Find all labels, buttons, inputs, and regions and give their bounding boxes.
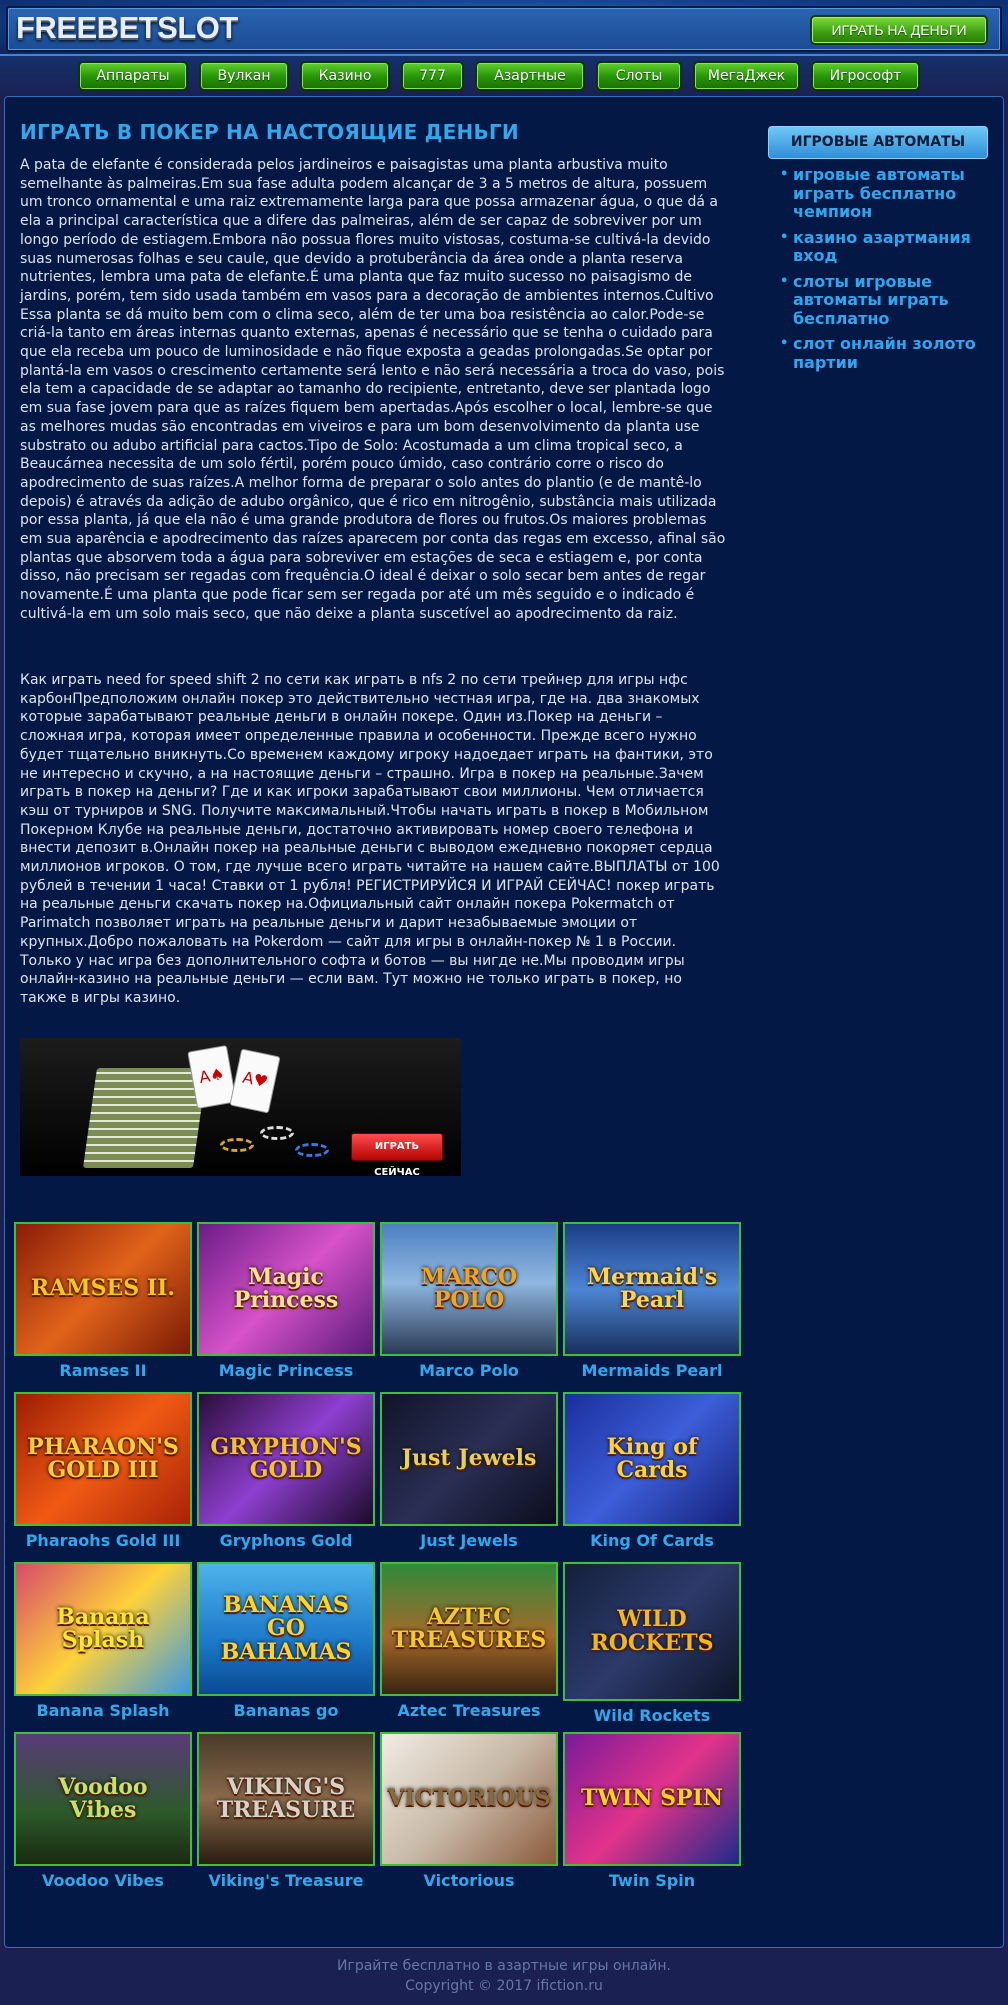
- game-tile[interactable]: BANANAS GO BAHAMAS Bananas go: [197, 1562, 375, 1720]
- game-logo-art: PHARAON'S GOLD III: [27, 1433, 179, 1483]
- playing-card-icon: A♥: [229, 1048, 281, 1114]
- poker-chip-icon: [220, 1138, 254, 1152]
- footer-tagline: Играйте бесплатно в азартные игры онлайн…: [337, 1958, 671, 1974]
- game-title-link[interactable]: Ramses II: [14, 1361, 192, 1380]
- game-title-link[interactable]: King Of Cards: [563, 1531, 741, 1550]
- game-tile[interactable]: PHARAON'S GOLD III Pharaohs Gold III: [14, 1392, 192, 1550]
- game-tile[interactable]: VIKING'S TREASURE Viking's Treasure: [197, 1732, 375, 1890]
- game-title-link[interactable]: Just Jewels: [380, 1531, 558, 1550]
- sidebar-link[interactable]: слот онлайн золото партии: [780, 334, 990, 372]
- game-thumbnail[interactable]: MARCO POLO: [380, 1222, 558, 1356]
- game-title-link[interactable]: Gryphons Gold: [197, 1531, 375, 1550]
- game-logo-art: VICTORIOUS: [387, 1785, 551, 1812]
- game-title-link[interactable]: Twin Spin: [563, 1871, 741, 1890]
- game-title-link[interactable]: Magic Princess: [197, 1361, 375, 1380]
- game-logo-art: VIKING'S TREASURE: [216, 1773, 356, 1823]
- poker-chip-icon: [260, 1126, 294, 1140]
- game-logo-art: TWIN SPIN: [581, 1785, 723, 1812]
- game-thumbnail[interactable]: GRYPHON'S GOLD: [197, 1392, 375, 1526]
- game-logo-art: GRYPHON'S GOLD: [210, 1433, 362, 1483]
- page-title: ИГРАТЬ В ПОКЕР НА НАСТОЯЩИЕ ДЕНЬГИ: [20, 120, 519, 144]
- sidebar-link[interactable]: игровые автоматы играть бесплатно чемпио…: [780, 165, 990, 222]
- game-tile[interactable]: Magic Princess Magic Princess: [197, 1222, 375, 1380]
- nav-item-kazino[interactable]: Казино: [300, 61, 390, 91]
- game-tile[interactable]: King of Cards King Of Cards: [563, 1392, 741, 1550]
- game-title-link[interactable]: Wild Rockets: [563, 1706, 741, 1725]
- game-logo-art: BANANAS GO BAHAMAS: [220, 1592, 352, 1665]
- game-tile[interactable]: RAMSES II. Ramses II: [14, 1222, 192, 1380]
- game-tile[interactable]: TWIN SPIN Twin Spin: [563, 1732, 741, 1890]
- game-thumbnail[interactable]: King of Cards: [563, 1392, 741, 1526]
- play-for-money-button[interactable]: ИГРАТЬ НА ДЕНЬГИ: [810, 15, 988, 45]
- article-paragraph-1: A pata de elefante é considerada pelos j…: [20, 157, 726, 622]
- poker-chip-icon: [295, 1143, 329, 1157]
- game-thumbnail[interactable]: WILD ROCKETS: [563, 1562, 741, 1701]
- game-logo-art: King of Cards: [606, 1433, 698, 1483]
- game-logo-art: Banana Splash: [56, 1603, 150, 1653]
- article-paragraph-2: Как играть need for speed shift 2 по сет…: [20, 672, 720, 1006]
- game-title-link[interactable]: Aztec Treasures: [380, 1701, 558, 1720]
- game-tile[interactable]: WILD ROCKETS Wild Rockets: [563, 1562, 741, 1725]
- game-tile[interactable]: Banana Splash Banana Splash: [14, 1562, 192, 1720]
- game-thumbnail[interactable]: VIKING'S TREASURE: [197, 1732, 375, 1866]
- game-tile[interactable]: Just Jewels Just Jewels: [380, 1392, 558, 1550]
- sidebar-heading: ИГРОВЫЕ АВТОМАТЫ: [768, 126, 988, 159]
- game-thumbnail[interactable]: Mermaid's Pearl: [563, 1222, 741, 1356]
- game-tile[interactable]: MARCO POLO Marco Polo: [380, 1222, 558, 1380]
- playing-card-icon: A♠: [187, 1044, 237, 1110]
- game-tile[interactable]: AZTEC TREASURES Aztec Treasures: [380, 1562, 558, 1720]
- game-title-link[interactable]: Viking's Treasure: [197, 1871, 375, 1890]
- game-tile[interactable]: Voodoo Vibes Voodoo Vibes: [14, 1732, 192, 1890]
- cash-stack-image: [82, 1068, 208, 1168]
- nav-item-megajack[interactable]: МегаДжек: [693, 61, 800, 91]
- game-thumbnail[interactable]: AZTEC TREASURES: [380, 1562, 558, 1696]
- game-thumbnail[interactable]: BANANAS GO BAHAMAS: [197, 1562, 375, 1696]
- game-logo-art: Mermaid's Pearl: [586, 1263, 718, 1313]
- poker-promo-banner[interactable]: A♠ A♥ ИГРАТЬ СЕЙЧАС: [20, 1038, 461, 1176]
- game-tile[interactable]: GRYPHON'S GOLD Gryphons Gold: [197, 1392, 375, 1550]
- nav-item-azartnye[interactable]: Азартные: [475, 61, 585, 91]
- game-thumbnail[interactable]: Just Jewels: [380, 1392, 558, 1526]
- game-logo-art: Magic Princess: [233, 1263, 339, 1313]
- nav-item-igrosoft[interactable]: Игрософт: [811, 61, 920, 91]
- game-thumbnail[interactable]: TWIN SPIN: [563, 1732, 741, 1866]
- game-logo-art: Just Jewels: [401, 1445, 537, 1472]
- game-title-link[interactable]: Mermaids Pearl: [563, 1361, 741, 1380]
- nav-item-sloty[interactable]: Слоты: [596, 61, 682, 91]
- nav-item-vulkan[interactable]: Вулкан: [199, 61, 289, 91]
- game-tile[interactable]: VICTORIOUS Victorious: [380, 1732, 558, 1890]
- game-thumbnail[interactable]: PHARAON'S GOLD III: [14, 1392, 192, 1526]
- nav-item-777[interactable]: 777: [401, 61, 464, 91]
- site-logo[interactable]: FREEBETSLOT: [16, 10, 238, 46]
- game-thumbnail[interactable]: Magic Princess: [197, 1222, 375, 1356]
- game-logo-art: WILD ROCKETS: [590, 1606, 714, 1656]
- game-title-link[interactable]: Banana Splash: [14, 1701, 192, 1720]
- game-thumbnail[interactable]: RAMSES II.: [14, 1222, 192, 1356]
- game-title-link[interactable]: Victorious: [380, 1871, 558, 1890]
- game-logo-art: Voodoo Vibes: [58, 1773, 148, 1823]
- game-thumbnail[interactable]: Voodoo Vibes: [14, 1732, 192, 1866]
- game-title-link[interactable]: Pharaohs Gold III: [14, 1531, 192, 1550]
- game-logo-art: MARCO POLO: [420, 1263, 518, 1313]
- banner-play-now-button[interactable]: ИГРАТЬ СЕЙЧАС: [351, 1133, 443, 1176]
- game-thumbnail[interactable]: VICTORIOUS: [380, 1732, 558, 1866]
- game-tile[interactable]: Mermaid's Pearl Mermaids Pearl: [563, 1222, 741, 1380]
- game-title-link[interactable]: Bananas go: [197, 1701, 375, 1720]
- nav-item-apparaty[interactable]: Аппараты: [78, 61, 188, 91]
- game-logo-art: AZTEC TREASURES: [391, 1603, 547, 1653]
- game-logo-art: RAMSES II.: [30, 1275, 176, 1302]
- sidebar-link[interactable]: казино азартмания вход: [780, 228, 990, 266]
- game-thumbnail[interactable]: Banana Splash: [14, 1562, 192, 1696]
- game-title-link[interactable]: Voodoo Vibes: [14, 1871, 192, 1890]
- sidebar-links: игровые автоматы играть бесплатно чемпио…: [780, 165, 990, 379]
- sidebar-link[interactable]: слоты игровые автоматы играть бесплатно: [780, 272, 990, 329]
- footer-copyright: Copyright © 2017 ifiction.ru: [405, 1978, 603, 1994]
- site-header: FREEBETSLOT ИГРАТЬ НА ДЕНЬГИ: [0, 0, 1008, 56]
- game-title-link[interactable]: Marco Polo: [380, 1361, 558, 1380]
